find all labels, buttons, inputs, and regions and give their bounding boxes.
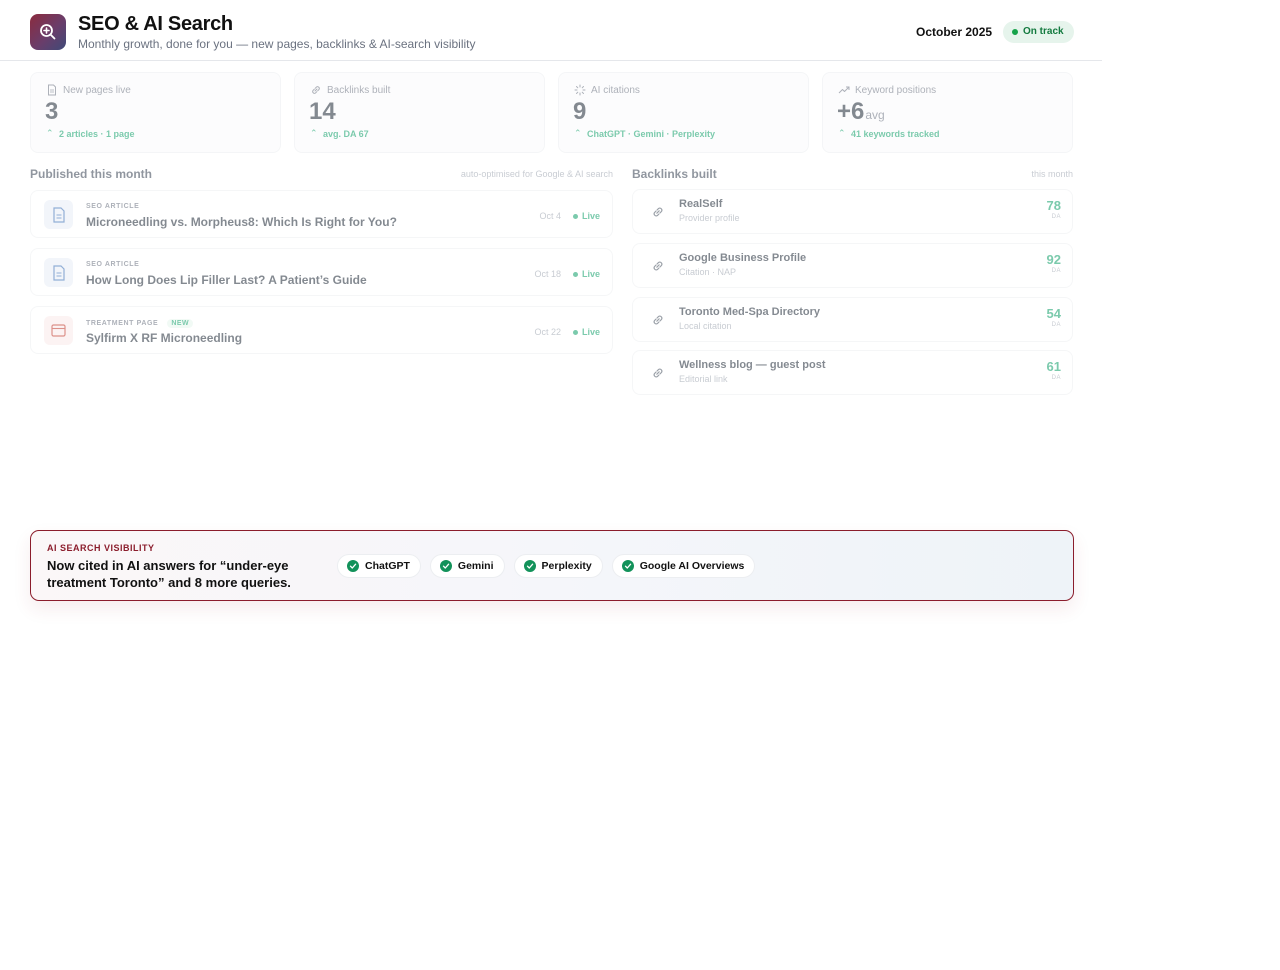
stat-note: avg. DA 67 <box>323 129 369 139</box>
backlink-item[interactable]: Toronto Med-Spa Directory Local citation… <box>632 297 1073 342</box>
backlink-item[interactable]: Google Business Profile Citation · NAP 9… <box>632 243 1073 288</box>
link-icon <box>646 200 670 224</box>
check-circle-icon <box>347 560 359 572</box>
da-label: DA <box>1051 375 1061 381</box>
backlinks-title: Backlinks built <box>632 167 717 181</box>
banner-kicker: AI SEARCH VISIBILITY <box>47 543 155 553</box>
stat-label: Keyword positions <box>855 85 937 96</box>
search-plus-icon <box>40 24 56 40</box>
domain-authority: 78 <box>1046 198 1061 213</box>
check-circle-icon <box>621 560 634 572</box>
page-title: SEO & AI Search <box>78 13 233 35</box>
banner-headline: Now cited in AI answers for “under-eye t… <box>47 558 291 590</box>
status-badge: On track <box>1003 21 1074 43</box>
stat-note: ChatGPT · Gemini · Perplexity <box>587 129 716 139</box>
document-icon <box>44 200 73 229</box>
domain-authority: 54 <box>1046 306 1061 321</box>
chip-label: Gemini <box>457 560 494 572</box>
domain-authority: 61 <box>1046 359 1061 374</box>
backlink-type: Local citation <box>679 321 732 331</box>
backlink-name: RealSelf <box>679 198 723 210</box>
backlink-item[interactable]: RealSelf Provider profile 78 DA <box>632 189 1073 234</box>
chip-label: Perplexity <box>541 560 592 572</box>
document-icon <box>44 258 73 287</box>
backlink-type: Provider profile <box>679 213 740 223</box>
stat-value: 9 <box>573 98 587 125</box>
trend-up-icon <box>838 86 850 94</box>
browser-window-icon <box>44 316 73 345</box>
chip-label: ChatGPT <box>365 560 410 572</box>
published-item[interactable]: SEO ARTICLE How Long Does Lip Filler Las… <box>30 248 613 296</box>
status-badge: Live <box>572 327 600 337</box>
new-badge: NEW <box>167 319 194 328</box>
report-month: October 2025 <box>916 25 993 39</box>
chip-chatgpt: ChatGPT <box>337 554 421 578</box>
item-title: Microneedling vs. Morpheus8: Which Is Ri… <box>86 215 397 229</box>
stat-note: 41 keywords tracked <box>851 129 940 139</box>
backlink-name: Toronto Med-Spa Directory <box>679 306 820 318</box>
item-kicker: SEO ARTICLE <box>86 203 140 210</box>
stat-value: +6avg <box>837 98 885 125</box>
backlink-name: Google Business Profile <box>679 252 807 264</box>
caret-up-icon: ⌃ <box>574 128 582 138</box>
backlink-name: Wellness blog — guest post <box>679 359 826 371</box>
sparkle-icon <box>574 84 586 96</box>
caret-up-icon: ⌃ <box>310 128 318 138</box>
item-kicker: TREATMENT PAGE NEW <box>86 319 194 328</box>
published-title: Published this month <box>30 167 152 181</box>
status-badge: Live <box>572 269 600 279</box>
chip-label: Google AI Overviews <box>639 560 745 572</box>
document-icon <box>48 84 56 96</box>
link-icon <box>646 308 670 332</box>
stat-card-keyword-positions: Keyword positions +6avg ⌃ 41 keywords tr… <box>822 72 1073 153</box>
backlink-type: Citation · NAP <box>679 267 737 277</box>
chip-gemini: Gemini <box>429 554 505 578</box>
da-label: DA <box>1051 322 1061 328</box>
item-date: Oct 4 <box>539 211 561 221</box>
stat-value: 14 <box>309 98 336 125</box>
item-date: Oct 22 <box>534 327 561 337</box>
da-label: DA <box>1051 268 1061 274</box>
backlink-type: Editorial link <box>679 374 728 384</box>
ai-visibility-banner[interactable]: AI SEARCH VISIBILITY Now cited in AI ans… <box>30 530 1074 601</box>
caret-up-icon: ⌃ <box>838 128 846 138</box>
page-subtitle: Monthly growth, done for you — new pages… <box>78 37 476 51</box>
link-icon <box>646 361 670 385</box>
item-date: Oct 18 <box>534 269 561 279</box>
domain-authority: 92 <box>1046 252 1061 267</box>
stat-value: 3 <box>45 98 59 125</box>
stat-unit: avg <box>865 108 885 122</box>
stat-label: Backlinks built <box>327 85 391 96</box>
check-circle-icon <box>439 560 452 572</box>
link-icon <box>646 254 670 278</box>
backlinks-aside: this month <box>1031 169 1073 179</box>
item-title: How Long Does Lip Filler Last? A Patient… <box>86 273 367 287</box>
status-badge: Live <box>572 211 600 221</box>
page-header: SEO & AI Search Monthly growth, done for… <box>0 0 1102 61</box>
published-item[interactable]: TREATMENT PAGE NEW Sylfirm X RF Microneed… <box>30 306 613 354</box>
stat-label: New pages live <box>63 85 131 96</box>
published-aside: auto-optimised for Google & AI search <box>460 169 613 179</box>
published-item[interactable]: SEO ARTICLE Microneedling vs. Morpheus8:… <box>30 190 613 238</box>
stat-note: 2 articles · 1 page <box>59 129 135 139</box>
check-circle-icon <box>523 560 536 572</box>
item-kicker: SEO ARTICLE <box>86 261 140 268</box>
da-label: DA <box>1051 214 1061 220</box>
ai-engine-chips: ChatGPT Gemini Perplexity Google AI Over… <box>337 554 756 578</box>
link-icon <box>312 86 320 94</box>
stat-card-ai-citations: AI citations 9 ⌃ ChatGPT · Gemini · Perp… <box>558 72 809 153</box>
app-logo <box>30 14 66 50</box>
chip-perplexity: Perplexity <box>513 554 603 578</box>
stat-label: AI citations <box>591 85 640 96</box>
item-title: Sylfirm X RF Microneedling <box>86 331 243 345</box>
chip-google-ai-overviews: Google AI Overviews <box>611 554 756 578</box>
stat-card-new-pages: New pages live 3 ⌃ 2 articles · 1 page <box>30 72 281 153</box>
stat-card-backlinks: Backlinks built 14 ⌃ avg. DA 67 <box>294 72 545 153</box>
backlink-item[interactable]: Wellness blog — guest post Editorial lin… <box>632 350 1073 395</box>
caret-up-icon: ⌃ <box>46 128 54 138</box>
